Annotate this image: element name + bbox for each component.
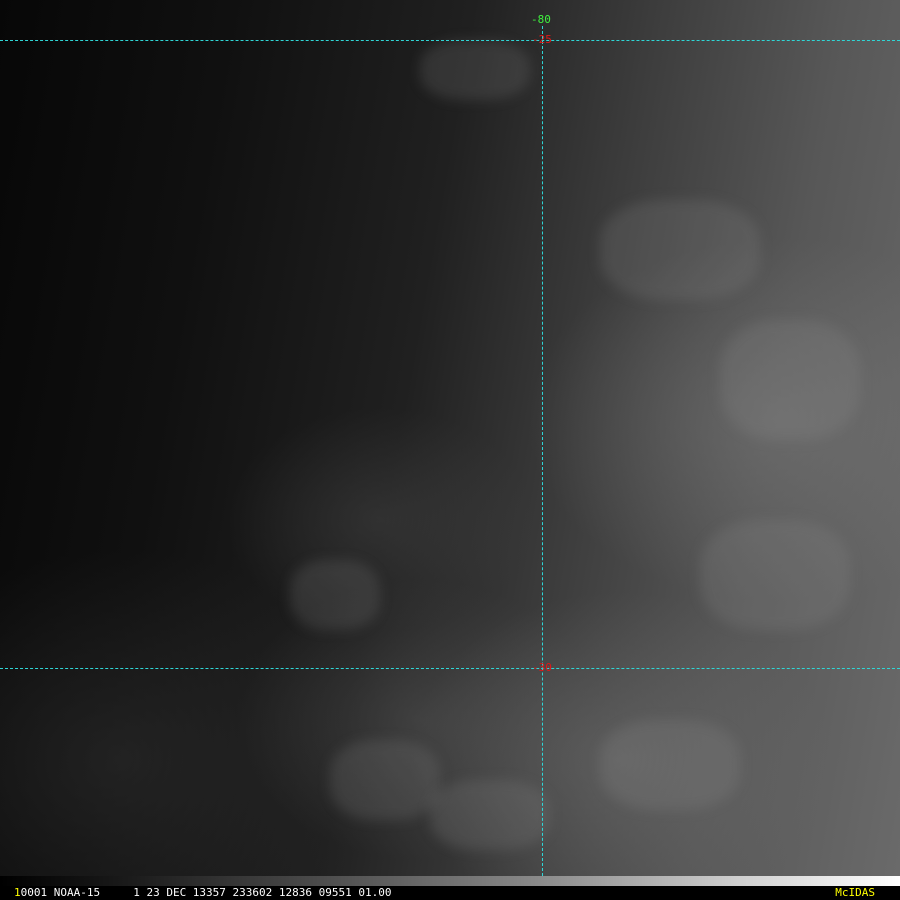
software-label: McIDAS: [835, 886, 875, 899]
status-text: 10001 NOAA-15 1 23 DEC 13357 233602 1283…: [14, 887, 392, 899]
cloud-cell: [600, 200, 760, 300]
latitude-label: -25: [532, 33, 552, 46]
frame-number: 1: [14, 886, 21, 899]
satellite-image: [0, 0, 900, 876]
cloud-cell: [420, 40, 530, 100]
gray-ramp: [0, 876, 900, 886]
status-line: 0001 NOAA-15 1 23 DEC 13357 233602 12836…: [20, 886, 392, 899]
longitude-line-80: [542, 26, 543, 876]
cloud-cell: [720, 320, 860, 440]
cloud-cell: [330, 740, 440, 820]
status-bar: 10001 NOAA-15 1 23 DEC 13357 233602 1283…: [0, 876, 900, 900]
latitude-label: -30: [532, 661, 552, 674]
cloud-cell: [430, 780, 550, 850]
latitude-line-25: [0, 40, 900, 41]
latitude-line-30: [0, 668, 900, 669]
longitude-label: -80: [531, 13, 551, 26]
cloud-cell: [290, 560, 380, 630]
cloud-cell: [600, 720, 740, 810]
cloud-cell: [700, 520, 850, 630]
